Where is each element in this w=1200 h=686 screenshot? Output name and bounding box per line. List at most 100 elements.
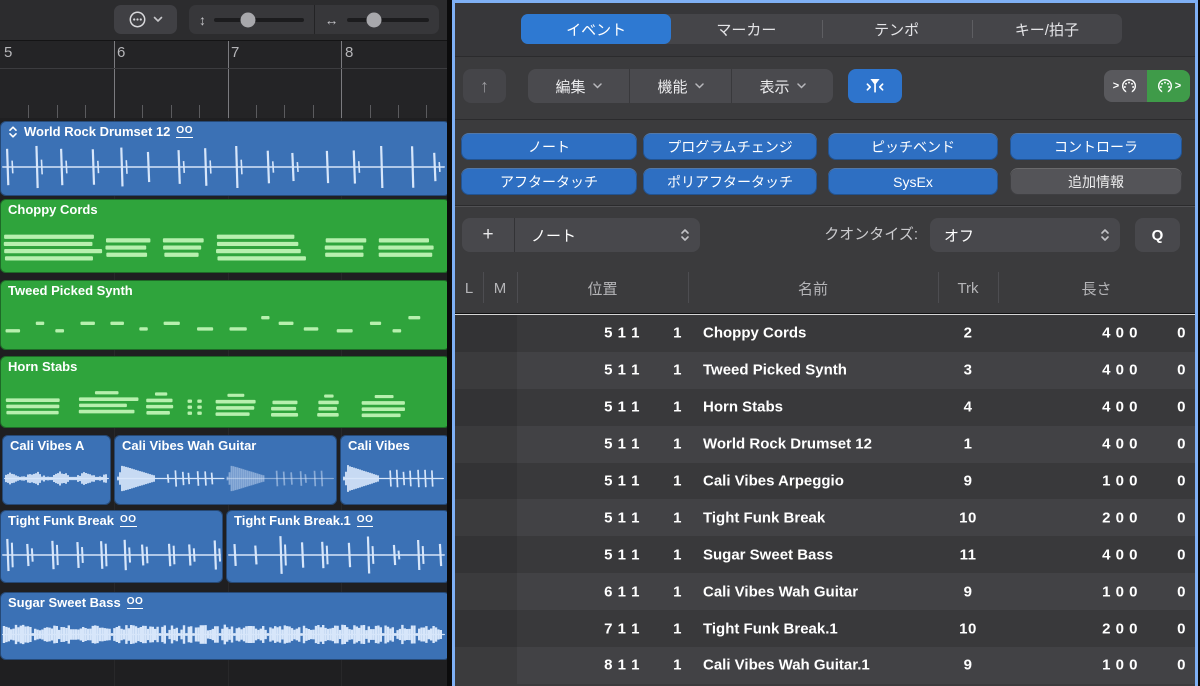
midi-in-icon: [1120, 78, 1138, 94]
track-options-button[interactable]: [114, 5, 177, 34]
region-name: World Rock Drumset 12: [24, 124, 170, 139]
funk-waveform: [228, 530, 445, 580]
add-event-button[interactable]: +: [462, 218, 515, 252]
region-sugar-sweet-bass[interactable]: Sugar Sweet BassOO: [0, 592, 447, 660]
event-row-tweed-picked-synth[interactable]: 5 1 11Tweed Picked Synth34 0 00: [455, 352, 1195, 389]
ruler-tick: [142, 105, 143, 118]
region-waveform: [2, 219, 447, 271]
filter-[interactable]: ノート: [461, 133, 637, 160]
event-name: Tight Funk Break.1: [703, 620, 965, 637]
event-length: 4 0 0: [1013, 436, 1138, 453]
region-cali-vibes[interactable]: Cali Vibes: [340, 435, 447, 505]
horizontal-zoom-track[interactable]: [347, 18, 430, 22]
event-row-choppy-cords[interactable]: 5 1 11Choppy Cords24 0 00: [455, 315, 1195, 352]
quantize-value: オフ: [930, 225, 1100, 246]
filter-[interactable]: コントローラ: [1010, 133, 1182, 160]
event-row-world-rock-drumset-12[interactable]: 5 1 11World Rock Drumset 1214 0 00: [455, 426, 1195, 463]
event-table-header: L M 位置 名前 Trk 長さ: [455, 263, 1195, 315]
midi-in-button[interactable]: >: [1104, 70, 1147, 102]
vertical-zoom-slider[interactable]: ↕: [189, 5, 314, 34]
event-name: Sugar Sweet Bass: [703, 546, 965, 563]
filter-[interactable]: 追加情報: [1010, 168, 1182, 195]
event-row-cali-vibes-wah-guitar[interactable]: 6 1 11Cali Vibes Wah Guitar91 0 00: [455, 573, 1195, 610]
event-row-sugar-sweet-bass[interactable]: 5 1 11Sugar Sweet Bass114 0 00: [455, 536, 1195, 573]
event-length-ticks: 0: [1144, 399, 1186, 416]
midi-out-button[interactable]: >: [1147, 70, 1190, 102]
tab-event[interactable]: イベント: [521, 14, 671, 44]
region-waveform: [2, 530, 221, 581]
event-position: 5 1 1: [515, 473, 640, 490]
tab-key-signature[interactable]: キー/拍子: [972, 14, 1122, 44]
hierarchy-up-button[interactable]: ↑: [463, 69, 506, 103]
filter-[interactable]: ポリアフタータッチ: [643, 168, 817, 195]
event-length-ticks: 0: [1144, 362, 1186, 379]
vertical-zoom-track[interactable]: [214, 18, 304, 22]
track-lane: Tight Funk BreakOOTight Funk Break.1OO: [0, 510, 447, 583]
divider: [688, 272, 689, 303]
event-track: 9: [938, 473, 998, 490]
region-cali-vibes-a[interactable]: Cali Vibes A: [2, 435, 111, 505]
region-world-rock-drumset-12[interactable]: World Rock Drumset 12 OO: [0, 121, 447, 196]
event-track: 9: [938, 583, 998, 600]
horizontal-zoom-slider[interactable]: ↔: [315, 5, 440, 34]
event-row-cali-vibes-arpeggio[interactable]: 5 1 11Cali Vibes Arpeggio91 0 00: [455, 463, 1195, 500]
event-subposition: 1: [640, 399, 682, 416]
region-tweed-picked-synth[interactable]: Tweed Picked Synth: [0, 280, 447, 350]
menu-view[interactable]: 表示: [731, 69, 833, 103]
tracks-toolbar: ↕ ↔: [0, 0, 447, 41]
region-name: Cali Vibes: [348, 438, 410, 453]
menu-edit[interactable]: 編集: [528, 69, 629, 103]
region-name: Cali Vibes Wah Guitar: [122, 438, 256, 453]
region-horn-stabs[interactable]: Horn Stabs: [0, 356, 447, 428]
region-cali-vibes-wah-guitar[interactable]: Cali Vibes Wah Guitar: [114, 435, 337, 505]
ruler-tick: [398, 105, 399, 118]
tab-tempo[interactable]: テンポ: [822, 14, 972, 44]
filter-[interactable]: プログラムチェンジ: [643, 133, 817, 160]
ruler-tick: [199, 105, 200, 118]
track-lane: Sugar Sweet BassOO: [0, 592, 447, 660]
quantize-apply-button[interactable]: Q: [1135, 218, 1180, 252]
bar-ruler[interactable]: 5678: [0, 41, 447, 118]
event-length: 4 0 0: [1013, 325, 1138, 342]
region-choppy-cords[interactable]: Choppy Cords: [0, 199, 447, 273]
horizontal-zoom-knob[interactable]: [366, 12, 381, 27]
event-length-ticks: 0: [1144, 325, 1186, 342]
region-tight-funk-break-1[interactable]: Tight Funk Break.1OO: [226, 510, 447, 583]
ruler-divider: [0, 68, 447, 69]
event-row-tight-funk-break-1[interactable]: 7 1 11Tight Funk Break.1102 0 00: [455, 610, 1195, 647]
filter-[interactable]: アフタータッチ: [461, 168, 637, 195]
divider: [455, 56, 1195, 57]
apple-loop-icon: OO: [357, 514, 374, 527]
track-lane: Choppy Cords: [0, 199, 447, 273]
region-tight-funk-break[interactable]: Tight Funk BreakOO: [0, 510, 223, 583]
event-row-tight-funk-break[interactable]: 5 1 11Tight Funk Break102 0 00: [455, 499, 1195, 536]
apple-loop-icon: OO: [127, 596, 144, 609]
catch-playhead-button[interactable]: [848, 69, 902, 103]
chevron-down-icon: [797, 83, 806, 89]
chevron-down-icon: [593, 83, 602, 89]
track-lane: Cali Vibes A Cali Vibes Wah Guitar Cali Vi…: [0, 435, 447, 505]
event-position: 5 1 1: [515, 325, 640, 342]
ruler-bar-line: [114, 41, 115, 118]
vertical-zoom-knob[interactable]: [241, 12, 256, 27]
region-title: Tight Funk Break.1OO: [226, 510, 447, 528]
region-title: World Rock Drumset 12 OO: [0, 121, 447, 139]
header-position: 位置: [517, 263, 688, 313]
event-row-horn-stabs[interactable]: 5 1 11Horn Stabs44 0 00: [455, 389, 1195, 426]
event-subposition: 1: [640, 473, 682, 490]
event-row-cali-vibes-wah-guitar-1[interactable]: 8 1 11Cali Vibes Wah Guitar.191 0 00: [455, 647, 1195, 684]
region-name: Tight Funk Break: [8, 513, 114, 528]
quantize-popup[interactable]: オフ: [930, 218, 1120, 252]
bass-waveform: [2, 612, 445, 657]
tab-marker[interactable]: マーカー: [671, 14, 821, 44]
apple-loop-icon: OO: [176, 125, 193, 138]
header-length: 長さ: [998, 263, 1195, 313]
event-type-popup-value[interactable]: ノート: [515, 225, 680, 246]
event-track: 10: [938, 620, 998, 637]
event-position: 5 1 1: [515, 436, 640, 453]
menu-functions[interactable]: 機能: [629, 69, 731, 103]
event-track: 4: [938, 399, 998, 416]
filter-sysex[interactable]: SysEx: [828, 168, 998, 195]
filter-[interactable]: ピッチベンド: [828, 133, 998, 160]
event-name: Tweed Picked Synth: [703, 362, 965, 379]
